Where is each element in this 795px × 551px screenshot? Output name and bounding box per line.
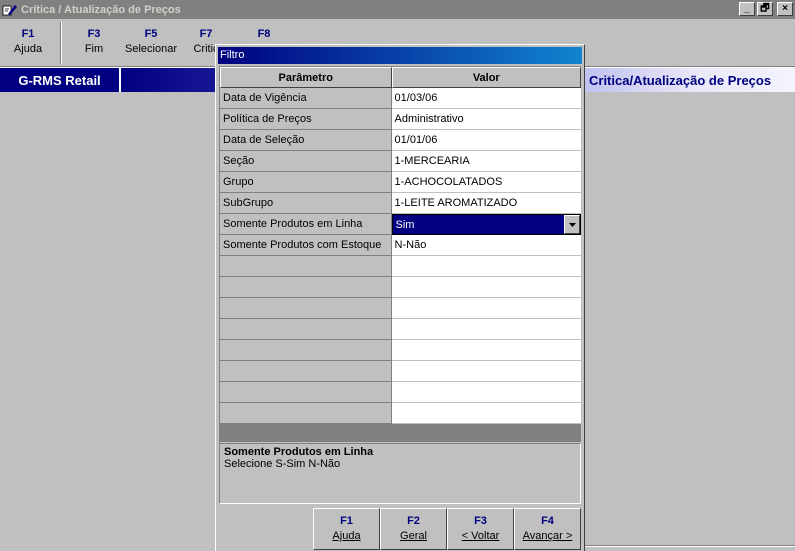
column-header-param: Parâmetro (220, 67, 392, 88)
dialog-button-bar: F1 Ajuda F2 Geral F3 < Voltar F4 Avançar… (313, 508, 581, 550)
value-cell[interactable]: N-Não (391, 235, 581, 256)
fkey-label: F3 (474, 515, 487, 527)
fkey-caption: Selecionar (125, 43, 177, 55)
value-cell (391, 382, 581, 403)
param-cell: SubGrupo (220, 193, 392, 214)
empty-row (220, 298, 581, 319)
toolbar-f8[interactable]: F8 (248, 28, 280, 43)
table-row[interactable]: Política de Preços Administrativo (220, 109, 581, 130)
filter-dialog: Filtro Parâmetro Valor Data de Vigência … (215, 44, 585, 551)
fkey-label: F1 (340, 515, 353, 527)
button-caption: Avançar > (522, 530, 573, 542)
param-cell: Somente Produtos em Linha (220, 214, 392, 235)
fkey-caption: Fim (84, 43, 104, 55)
help-text: Selecione S-Sim N-Não (224, 458, 341, 470)
value-cell[interactable]: 01/01/06 (391, 130, 581, 151)
chevron-down-icon (568, 222, 576, 227)
param-cell: Data de Vigência (220, 88, 392, 109)
button-caption: Geral (400, 530, 427, 542)
fkey-label: F3 (87, 28, 101, 40)
table-row[interactable]: Data de Seleção 01/01/06 (220, 130, 581, 151)
status-divider (585, 545, 795, 547)
button-caption: Ajuda (332, 530, 361, 542)
dropdown-selected-value: Sim (395, 218, 415, 231)
grid-header: Parâmetro Valor (220, 67, 581, 88)
help-title: Somente Produtos em Linha (224, 446, 374, 458)
value-cell[interactable]: 1-LEITE AROMATIZADO (391, 193, 581, 214)
fkey-label: F8 (257, 28, 271, 40)
app-icon (2, 4, 17, 15)
dropdown-arrow-button[interactable] (564, 215, 580, 234)
param-cell: Somente Produtos com Estoque (220, 235, 392, 256)
grid-footer-bar (219, 424, 581, 442)
table-row[interactable]: Somente Produtos com Estoque N-Não (220, 235, 581, 256)
param-cell: Política de Preços (220, 109, 392, 130)
table-row[interactable]: SubGrupo 1-LEITE AROMATIZADO (220, 193, 581, 214)
page-heading: Critica/Atualização de Preços (589, 73, 772, 88)
table-row[interactable]: Seção 1-MERCEARIA (220, 151, 581, 172)
empty-row (220, 277, 581, 298)
param-cell (220, 277, 392, 298)
fkey-label: F1 (21, 28, 35, 40)
value-cell (391, 277, 581, 298)
value-cell[interactable]: Administrativo (391, 109, 581, 130)
param-cell (220, 403, 392, 424)
value-cell (391, 403, 581, 424)
toolbar-f5-select[interactable]: F5 Selecionar (122, 28, 180, 55)
dialog-title-bar[interactable]: Filtro (218, 47, 582, 64)
empty-row (220, 382, 581, 403)
brand-label: G-RMS Retail (0, 68, 119, 92)
param-cell (220, 256, 392, 277)
value-cell (391, 256, 581, 277)
value-cell (391, 298, 581, 319)
fkey-label: F7 (199, 28, 213, 40)
param-cell: Data de Seleção (220, 130, 392, 151)
table-row[interactable]: Grupo 1-ACHOCOLATADOS (220, 172, 581, 193)
value-dropdown[interactable]: Sim (391, 214, 581, 235)
filter-grid: Parâmetro Valor Data de Vigência 01/03/0… (219, 66, 581, 444)
param-cell (220, 382, 392, 403)
fkey-label: F5 (144, 28, 158, 40)
value-cell (391, 340, 581, 361)
fkey-label: F2 (407, 515, 420, 527)
empty-row (220, 403, 581, 424)
param-cell: Grupo (220, 172, 392, 193)
help-button[interactable]: F1 Ajuda (313, 508, 380, 550)
column-header-value: Valor (391, 67, 581, 88)
param-cell (220, 319, 392, 340)
toolbar-f1-help[interactable]: F1 Ajuda (8, 28, 48, 55)
button-caption: < Voltar (461, 530, 500, 542)
value-cell[interactable]: 1-ACHOCOLATADOS (391, 172, 581, 193)
value-cell (391, 361, 581, 382)
next-button[interactable]: F4 Avançar > (514, 508, 581, 550)
empty-row (220, 319, 581, 340)
param-cell (220, 361, 392, 382)
toolbar-separator (60, 22, 62, 64)
value-cell[interactable]: 1-MERCEARIA (391, 151, 581, 172)
table-row[interactable]: Somente Produtos em Linha Sim (220, 214, 581, 235)
main-title-bar[interactable]: Crítica / Atualização de Preços _ 🗗 × (0, 0, 795, 19)
close-button[interactable]: × (777, 2, 793, 16)
general-button[interactable]: F2 Geral (380, 508, 447, 550)
minimize-button[interactable]: _ (739, 2, 755, 16)
fkey-label: F4 (541, 515, 554, 527)
back-button[interactable]: F3 < Voltar (447, 508, 514, 550)
empty-row (220, 361, 581, 382)
param-cell (220, 340, 392, 361)
help-panel: Somente Produtos em Linha Selecione S-Si… (219, 443, 581, 504)
value-cell (391, 319, 581, 340)
window-title: Crítica / Atualização de Preços (21, 3, 181, 16)
empty-row (220, 340, 581, 361)
table-row[interactable]: Data de Vigência 01/03/06 (220, 88, 581, 109)
param-cell (220, 298, 392, 319)
value-cell[interactable]: 01/03/06 (391, 88, 581, 109)
param-cell: Seção (220, 151, 392, 172)
fkey-caption: Ajuda (13, 43, 43, 55)
toolbar-f3-exit[interactable]: F3 Fim (74, 28, 114, 55)
empty-row (220, 256, 581, 277)
restore-button[interactable]: 🗗 (757, 2, 773, 16)
